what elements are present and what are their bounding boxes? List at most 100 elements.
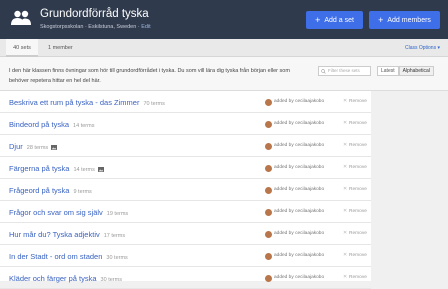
- term-count: 28 terms: [26, 145, 49, 151]
- sort-latest-button[interactable]: Latest: [377, 66, 399, 76]
- remove-set-button[interactable]: ✕ Remove: [343, 231, 367, 236]
- image-icon: [51, 144, 58, 150]
- avatar: [265, 143, 272, 150]
- avatar: [265, 99, 272, 106]
- school-info: Skogstorpsskolan · Eskilstuna, Sweden ·: [40, 24, 140, 30]
- edit-link[interactable]: Edit: [141, 24, 150, 30]
- set-title: Kläder och färger på tyska: [9, 274, 97, 283]
- search-icon: [321, 69, 326, 74]
- close-icon: ✕: [343, 275, 348, 280]
- remove-set-button[interactable]: ✕ Remove: [343, 165, 367, 170]
- remove-label: Remove: [349, 231, 367, 236]
- set-title-link[interactable]: Frågeord på tyska 9 terms: [9, 186, 92, 195]
- avatar: [265, 231, 272, 238]
- added-by-text: added by cecilaajakobo: [274, 187, 325, 192]
- close-icon: ✕: [343, 99, 348, 104]
- close-icon: ✕: [343, 209, 348, 214]
- description-panel: I den här klassen finns övningar som hör…: [0, 57, 448, 91]
- avatar: [265, 165, 272, 172]
- remove-set-button[interactable]: ✕ Remove: [343, 275, 367, 280]
- remove-set-button[interactable]: ✕ Remove: [343, 253, 367, 258]
- added-by-text: added by cecilaajakobo: [274, 209, 325, 214]
- added-by-text: added by cecilaajakobo: [274, 121, 325, 126]
- image-icon: [97, 166, 104, 172]
- set-row[interactable]: In der Stadt - ord om staden 30 terms adde…: [0, 245, 371, 267]
- add-set-button[interactable]: + Add a set: [306, 11, 363, 29]
- set-title: Frågor och svar om sig själv: [9, 208, 103, 217]
- set-title-link[interactable]: Djur 28 terms: [9, 142, 58, 151]
- set-title-link[interactable]: Hur mår du? Tyska adjektiv 17 terms: [9, 230, 125, 239]
- close-icon: ✕: [343, 231, 348, 236]
- set-row[interactable]: Kläder och färger på tyska 30 terms added …: [0, 267, 371, 289]
- tab-sets[interactable]: 40 sets: [6, 39, 38, 57]
- tab-members[interactable]: 1 member: [48, 39, 73, 57]
- avatar: [265, 121, 272, 128]
- set-title: Djur: [9, 142, 23, 151]
- set-title-link[interactable]: Kläder och färger på tyska 30 terms: [9, 274, 122, 283]
- class-subtitle: Skogstorpsskolan · Eskilstuna, Sweden · …: [40, 24, 151, 30]
- set-title-link[interactable]: Bindeord på tyska 14 terms: [9, 120, 94, 129]
- close-icon: ✕: [343, 165, 348, 170]
- set-row[interactable]: Hur mår du? Tyska adjektiv 17 terms added …: [0, 223, 371, 245]
- set-row[interactable]: Frågeord på tyska 9 terms added by cecilaa…: [0, 179, 371, 201]
- remove-label: Remove: [349, 99, 367, 104]
- term-count: 14 terms: [73, 167, 95, 173]
- set-row[interactable]: Färgerna på tyska 14 terms added by cecila…: [0, 157, 371, 179]
- set-title: Beskriva ett rum på tyska - das Zimmer: [9, 98, 140, 107]
- sort-alphabetical-button[interactable]: Alphabetical: [398, 66, 434, 76]
- added-by-text: added by cecilaajakobo: [274, 253, 325, 258]
- close-icon: ✕: [343, 121, 348, 126]
- added-by-text: added by cecilaajakobo: [274, 165, 325, 170]
- set-title-link[interactable]: Beskriva ett rum på tyska - das Zimmer 70…: [9, 98, 165, 107]
- set-title: In der Stadt - ord om staden: [9, 252, 103, 261]
- added-by-text: added by cecilaajakobo: [274, 231, 325, 236]
- set-title-link[interactable]: Frågor och svar om sig själv 19 terms: [9, 208, 128, 217]
- add-set-label: Add a set: [324, 16, 354, 24]
- remove-label: Remove: [349, 187, 367, 192]
- set-title: Hur mår du? Tyska adjektiv: [9, 230, 100, 239]
- term-count: 30 terms: [106, 255, 128, 261]
- remove-label: Remove: [349, 209, 367, 214]
- set-title-link[interactable]: In der Stadt - ord om staden 30 terms: [9, 252, 128, 261]
- remove-set-button[interactable]: ✕ Remove: [343, 99, 367, 104]
- close-icon: ✕: [343, 143, 348, 148]
- tab-bar: 40 sets 1 member Class Options ▾: [0, 39, 448, 57]
- term-count: 70 terms: [143, 101, 165, 107]
- avatar: [265, 187, 272, 194]
- remove-label: Remove: [349, 275, 367, 280]
- set-title: Frågeord på tyska: [9, 186, 70, 195]
- set-title-link[interactable]: Färgerna på tyska 14 terms: [9, 164, 104, 173]
- remove-label: Remove: [349, 165, 367, 170]
- term-count: 14 terms: [73, 123, 95, 129]
- plus-icon: +: [315, 14, 321, 25]
- term-count: 9 terms: [73, 189, 92, 195]
- filter-sets-input[interactable]: Filter these sets: [318, 66, 371, 76]
- added-by-text: added by cecilaajakobo: [274, 275, 325, 280]
- set-list: Beskriva ett rum på tyska - das Zimmer 70…: [0, 91, 448, 289]
- class-header: Grundordförråd tyska Skogstorpsskolan · …: [0, 0, 448, 39]
- remove-label: Remove: [349, 253, 367, 258]
- add-members-label: Add members: [387, 16, 431, 24]
- set-row[interactable]: Frågor och svar om sig själv 19 terms adde…: [0, 201, 371, 223]
- remove-set-button[interactable]: ✕ Remove: [343, 121, 367, 126]
- set-row[interactable]: Bindeord på tyska 14 terms added by cecila…: [0, 113, 371, 135]
- set-row[interactable]: Beskriva ett rum på tyska - das Zimmer 70…: [0, 91, 371, 113]
- class-title: Grundordförråd tyska: [40, 8, 149, 20]
- remove-set-button[interactable]: ✕ Remove: [343, 209, 367, 214]
- close-icon: ✕: [343, 187, 348, 192]
- added-by-text: added by cecilaajakobo: [274, 99, 325, 104]
- remove-label: Remove: [349, 143, 367, 148]
- add-members-button[interactable]: + Add members: [369, 11, 440, 29]
- avatar: [265, 209, 272, 216]
- remove-label: Remove: [349, 121, 367, 126]
- added-by-text: added by cecilaajakobo: [274, 143, 325, 148]
- filter-placeholder: Filter these sets: [328, 68, 360, 73]
- class-options-dropdown[interactable]: Class Options ▾: [405, 39, 440, 57]
- sort-toggle: Latest Alphabetical: [377, 66, 434, 76]
- set-row[interactable]: Djur 28 terms added by cecilaajakobo ✕ Remov…: [0, 135, 371, 157]
- remove-set-button[interactable]: ✕ Remove: [343, 187, 367, 192]
- avatar: [265, 253, 272, 260]
- remove-set-button[interactable]: ✕ Remove: [343, 143, 367, 148]
- close-icon: ✕: [343, 253, 348, 258]
- term-count: 17 terms: [103, 233, 126, 239]
